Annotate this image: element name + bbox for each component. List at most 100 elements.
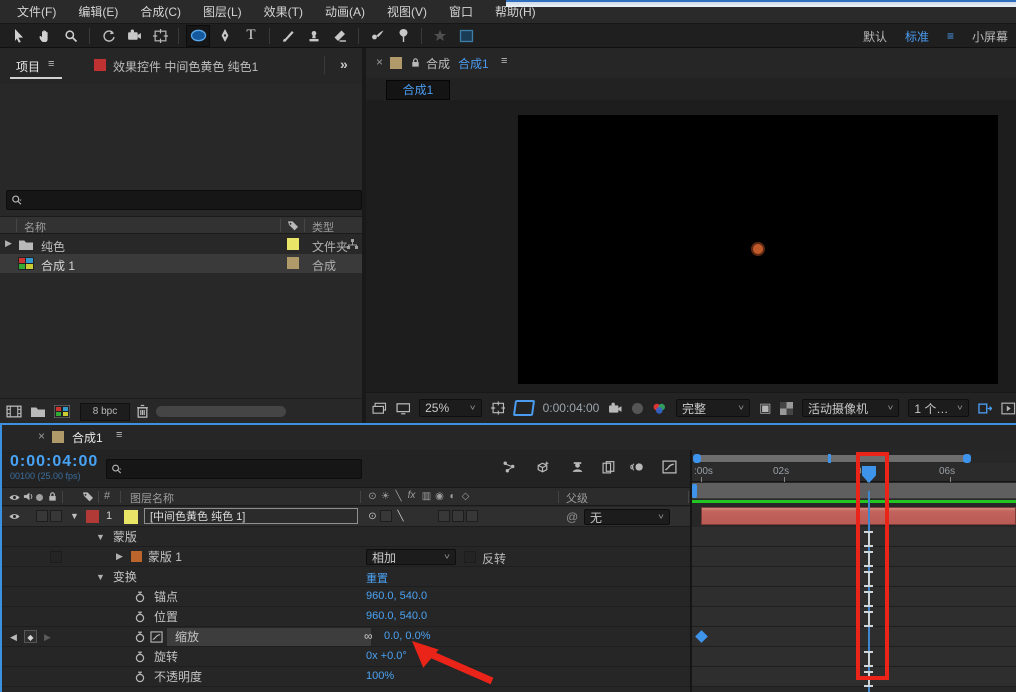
- anchor-point-row[interactable]: 锚点 960.0, 540.0: [2, 587, 690, 607]
- frame-blending-icon[interactable]: [602, 460, 617, 474]
- delete-item-trash-icon[interactable]: [136, 404, 149, 418]
- puppet-pin-tool-icon[interactable]: [392, 26, 414, 46]
- video-column-eye-icon[interactable]: [8, 492, 21, 503]
- add-keyframe-icon[interactable]: ◆: [24, 630, 37, 643]
- graph-editor-icon[interactable]: [662, 460, 677, 474]
- workspace-standard[interactable]: 标准: [905, 28, 929, 45]
- tab-effect-controls[interactable]: 效果控件 中间色黄色 纯色1: [113, 58, 318, 75]
- stopwatch-icon[interactable]: [134, 651, 146, 663]
- label-column-tag-icon[interactable]: [287, 220, 299, 231]
- workspace-box-icon[interactable]: [455, 26, 477, 46]
- scale-row[interactable]: ◀ ◆ ▶ 缩放 ∞ 0.0, 0.0%: [2, 627, 690, 647]
- label-column-tag-icon[interactable]: [82, 491, 94, 502]
- rotation-value[interactable]: 0x +0.0°: [366, 650, 407, 662]
- project-search[interactable]: [6, 190, 362, 210]
- camera-tool-icon[interactable]: [123, 26, 145, 46]
- rotation-row[interactable]: 旋转 0x +0.0°: [2, 647, 690, 667]
- project-search-input[interactable]: [26, 193, 357, 207]
- eraser-tool-icon[interactable]: [329, 26, 351, 46]
- transparency-grid-icon[interactable]: [780, 402, 793, 415]
- work-area-start-handle[interactable]: [692, 484, 697, 498]
- interpret-footage-icon[interactable]: [6, 405, 22, 418]
- layer-quality-switch[interactable]: ╲: [394, 511, 407, 522]
- lock-icon[interactable]: [410, 57, 421, 68]
- pixel-aspect-correction-icon[interactable]: [978, 402, 993, 415]
- rotation-tool-icon[interactable]: [97, 26, 119, 46]
- comp-current-time[interactable]: 0:00:04:00: [543, 401, 600, 415]
- layer-blend-switch[interactable]: [438, 510, 450, 522]
- 3d-switch-icon[interactable]: ◇: [459, 491, 472, 502]
- motion-blur-icon[interactable]: [630, 460, 645, 474]
- timeline-search-input[interactable]: [126, 462, 357, 476]
- mask-expand-icon[interactable]: ▶: [116, 551, 123, 562]
- time-ruler[interactable]: :00s 02s 04s 06s: [692, 463, 1016, 482]
- menu-animation[interactable]: 动画(A): [314, 0, 376, 24]
- close-tab-icon[interactable]: ×: [376, 55, 383, 69]
- layer-3d-switch[interactable]: [466, 510, 478, 522]
- group-expand-icon[interactable]: ▼: [96, 532, 105, 542]
- anchor-point-value[interactable]: 960.0, 540.0: [366, 590, 427, 602]
- comp-mini-flowchart-icon[interactable]: [502, 460, 517, 474]
- layer-name-column-header[interactable]: 图层名称: [130, 490, 174, 506]
- bit-depth-button[interactable]: 8 bpc: [80, 403, 130, 421]
- new-composition-icon[interactable]: [54, 405, 70, 418]
- more-tabs-icon[interactable]: »: [340, 56, 348, 72]
- pan-behind-tool-icon[interactable]: [149, 26, 171, 46]
- zoom-handle-right[interactable]: [963, 454, 971, 463]
- stopwatch-icon[interactable]: [134, 591, 146, 603]
- parent-column-header[interactable]: 父级: [566, 490, 588, 506]
- transform-group-row[interactable]: ▼ 变换 重置: [2, 567, 690, 587]
- stopwatch-icon[interactable]: [134, 611, 146, 623]
- frame-blend-switch-icon[interactable]: ▥: [420, 491, 433, 502]
- take-snapshot-icon[interactable]: [608, 402, 623, 415]
- zoom-handle-left[interactable]: [693, 454, 701, 463]
- comp-tab-name[interactable]: 合成1: [458, 55, 489, 72]
- time-zoom-scrollbar[interactable]: [697, 455, 967, 462]
- position-row[interactable]: 位置 960.0, 540.0: [2, 607, 690, 627]
- parent-dropdown[interactable]: 无˅: [584, 509, 670, 525]
- region-of-interest-icon[interactable]: [513, 400, 535, 416]
- index-column-header[interactable]: #: [104, 490, 110, 502]
- target-region-icon[interactable]: ▣: [759, 400, 771, 416]
- pen-tool-icon[interactable]: [214, 26, 236, 46]
- roto-brush-tool-icon[interactable]: [366, 26, 388, 46]
- always-preview-icon[interactable]: [372, 402, 387, 415]
- mask-invert-checkbox[interactable]: [464, 551, 476, 563]
- menu-layer[interactable]: 图层(L): [192, 0, 253, 24]
- shy-switch-icon[interactable]: ⊙: [366, 491, 379, 502]
- magnification-dropdown[interactable]: 25%˅: [419, 399, 481, 417]
- mask-visibility-box[interactable]: [50, 551, 62, 563]
- motion-blur-switch-icon[interactable]: ◉: [433, 491, 446, 502]
- menu-effect[interactable]: 效果(T): [253, 0, 314, 24]
- view-layout-dropdown[interactable]: 1 个…˅: [908, 399, 969, 417]
- comp-frame[interactable]: [518, 115, 998, 384]
- project-row-solids-folder[interactable]: ▶ 纯色 文件夹: [0, 235, 362, 254]
- layer-expand-icon[interactable]: ▼: [70, 511, 79, 521]
- workspace-small-screen[interactable]: 小屏幕: [972, 28, 1008, 45]
- adjustment-switch-icon[interactable]: ◐: [446, 491, 459, 502]
- work-area-bar[interactable]: [692, 483, 1016, 499]
- layer-duration-bar[interactable]: [701, 507, 1016, 525]
- scale-value[interactable]: 0.0, 0.0%: [384, 630, 430, 642]
- brush-tool-icon[interactable]: [277, 26, 299, 46]
- lock-column-icon[interactable]: [47, 491, 58, 502]
- scale-label-highlight[interactable]: 缩放: [167, 628, 371, 646]
- layer-row[interactable]: ▼ 1 [中间色黄色 纯色 1] ⊙ ╲ @ 无˅: [2, 507, 690, 527]
- comp-viewer-tab[interactable]: 合成1: [386, 80, 450, 100]
- camera-dropdown[interactable]: 活动摄像机˅: [802, 399, 899, 417]
- layer-audio-toggle[interactable]: [36, 510, 48, 522]
- close-tab-icon[interactable]: ×: [38, 429, 45, 443]
- collapse-switch-icon[interactable]: ☀: [379, 491, 392, 502]
- column-name[interactable]: 名称: [24, 219, 46, 235]
- parent-pick-whip-icon[interactable]: @: [566, 510, 578, 524]
- timeline-tab-name[interactable]: 合成1: [72, 429, 103, 446]
- layer-visibility-eye-icon[interactable]: [8, 511, 21, 522]
- menu-window[interactable]: 窗口: [438, 0, 484, 24]
- clone-stamp-tool-icon[interactable]: [303, 26, 325, 46]
- draft-3d-icon[interactable]: [535, 460, 550, 474]
- expand-folder-icon[interactable]: ▶: [5, 238, 12, 249]
- previous-keyframe-icon[interactable]: ◀: [10, 632, 17, 643]
- timeline-panel-menu-icon[interactable]: ≡: [116, 429, 122, 441]
- mask-color-swatch[interactable]: [131, 551, 142, 562]
- menu-help[interactable]: 帮助(H): [484, 0, 547, 24]
